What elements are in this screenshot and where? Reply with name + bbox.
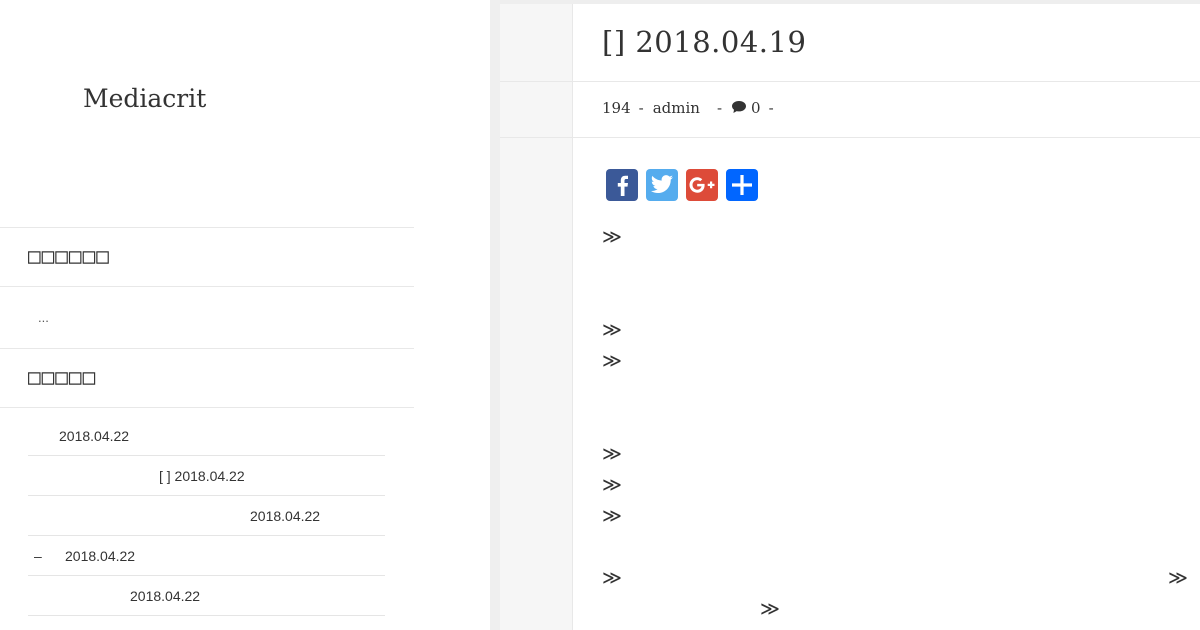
recent-post-link[interactable]: 2018.04.22 bbox=[65, 548, 135, 564]
post-left-rail bbox=[500, 4, 573, 630]
twitter-share-button[interactable] bbox=[646, 169, 678, 201]
google-plus-share-button[interactable] bbox=[686, 169, 718, 201]
share-more-button[interactable] bbox=[726, 169, 758, 201]
column-divider bbox=[490, 0, 500, 630]
recent-post-link[interactable]: 2018.04.22 bbox=[250, 508, 320, 524]
recent-post-link[interactable]: [ ] 2018.04.22 bbox=[159, 468, 245, 484]
body-marker: ≫ bbox=[602, 319, 622, 341]
facebook-share-button[interactable] bbox=[606, 169, 638, 201]
post-comments[interactable]: 0 bbox=[731, 99, 761, 117]
comment-count: 0 bbox=[751, 99, 761, 117]
body-marker: ≫ bbox=[602, 443, 622, 465]
recent-post-link[interactable]: 2018.04.22 bbox=[130, 588, 200, 604]
list-item: 2018.04.22 bbox=[28, 416, 385, 456]
body-marker: ≫ bbox=[602, 567, 622, 589]
meta-separator: - bbox=[716, 99, 723, 117]
list-item: [ ] 2018.04.22 bbox=[28, 456, 385, 496]
body-marker: ≫ bbox=[602, 474, 622, 496]
post-article: [] 2018.04.19 194- admin -0- ≫ ≫ ≫ ≫ ≫ ≫ ≫… bbox=[500, 0, 1200, 630]
widget-body: ... bbox=[38, 310, 49, 325]
body-marker: ≫ bbox=[602, 505, 622, 527]
google-plus-icon bbox=[689, 177, 715, 193]
widget-title-text: □□□□□ bbox=[28, 365, 97, 389]
post-title: [] 2018.04.19 bbox=[602, 25, 807, 59]
list-prefix: – bbox=[34, 548, 42, 564]
recent-post-link[interactable]: 2018.04.22 bbox=[59, 428, 129, 444]
top-border bbox=[500, 0, 1200, 4]
list-item: 2018.04.22 bbox=[28, 496, 385, 536]
site-title[interactable]: Mediacrit bbox=[83, 84, 206, 113]
list-item: – 2018.04.22 bbox=[28, 536, 385, 576]
recent-posts-title: □□□□□ bbox=[0, 348, 414, 408]
body-marker: ≫ bbox=[602, 350, 622, 372]
facebook-icon bbox=[617, 175, 628, 196]
list-item: 2018.04.22 bbox=[28, 576, 385, 616]
body-marker: ≫ bbox=[602, 226, 622, 248]
divider bbox=[500, 137, 1200, 138]
sidebar: Mediacrit □□□□□□ ... □□□□□ 2018.04.22 [ … bbox=[0, 0, 490, 630]
plus-icon bbox=[732, 175, 752, 195]
divider bbox=[500, 81, 1200, 82]
post-views: 194 bbox=[602, 99, 631, 117]
body-marker: ≫ bbox=[760, 598, 780, 620]
body-marker: ≫ bbox=[1168, 567, 1188, 589]
meta-separator: - bbox=[638, 99, 644, 117]
post-author[interactable]: admin bbox=[653, 99, 700, 117]
comments-icon bbox=[732, 101, 747, 113]
widget-title-text: □□□□□□ bbox=[28, 244, 110, 268]
recent-posts-list: 2018.04.22 [ ] 2018.04.22 2018.04.22 – 2… bbox=[28, 416, 385, 616]
widget-title: □□□□□□ bbox=[0, 227, 414, 287]
meta-separator: - bbox=[768, 99, 774, 117]
post-meta: 194- admin -0- bbox=[602, 99, 783, 117]
twitter-icon bbox=[651, 175, 673, 193]
